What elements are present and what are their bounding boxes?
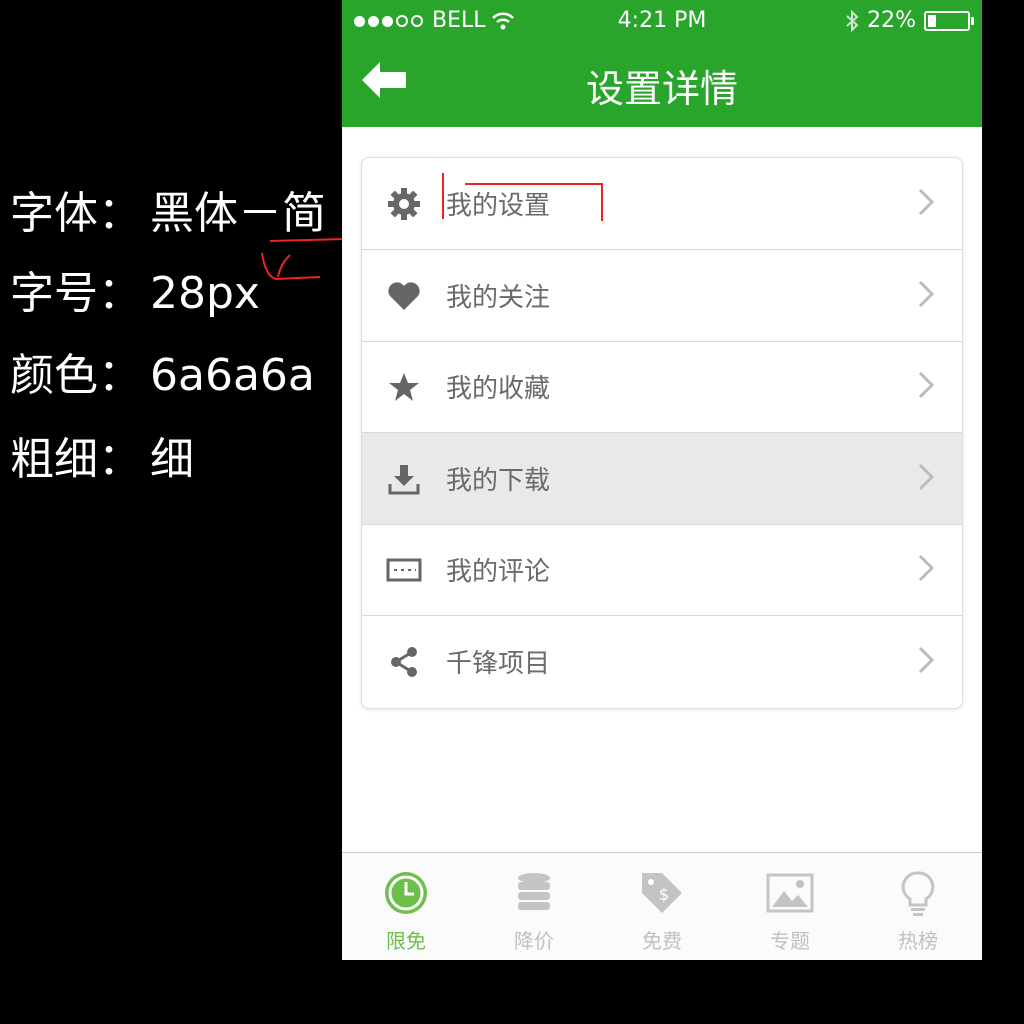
menu-item-label: 我的下载 xyxy=(446,466,551,496)
tab-bar: 限免 降价 $ 免费 专题 热榜 xyxy=(342,852,982,960)
settings-menu: 我的设置 我的关注 我的收藏 我的下载 我的评论 千锋项目 xyxy=(361,157,963,709)
menu-item-settings[interactable]: 我的设置 xyxy=(362,158,962,250)
menu-item-comments[interactable]: 我的评论 xyxy=(362,524,962,616)
annotation-size: 字号： 28px xyxy=(10,272,260,316)
annotation-key: 颜色： xyxy=(10,350,142,401)
tab-label: 热榜 xyxy=(898,929,938,953)
annotation-value: 6a6a6a xyxy=(150,350,315,401)
menu-item-downloads[interactable]: 我的下载 xyxy=(362,433,962,525)
tab-label: 免费 xyxy=(642,929,682,953)
bluetooth-icon xyxy=(846,9,859,32)
status-bar: BELL 4:21 PM 22% xyxy=(342,0,982,40)
comment-icon xyxy=(384,550,424,590)
chevron-right-icon xyxy=(918,646,935,674)
annotation-key: 字体： xyxy=(10,188,142,239)
lightbulb-icon xyxy=(901,871,935,916)
gear-icon xyxy=(384,184,424,224)
page-title: 设置详情 xyxy=(585,67,738,111)
annotation-weight: 粗细：细 xyxy=(10,438,194,482)
svg-text:$: $ xyxy=(659,885,669,904)
menu-item-label: 我的评论 xyxy=(446,557,551,587)
annotation-value: 细 xyxy=(150,434,194,485)
annotation-key: 字号： xyxy=(10,268,142,319)
phone-screen: BELL 4:21 PM 22% 设置详情 我的设置 我的关注 我的收藏 我的下… xyxy=(342,0,982,960)
annotation-red-line xyxy=(442,173,444,219)
menu-item-project[interactable]: 千锋项目 xyxy=(362,616,962,707)
annotation-color: 颜色： 6a6a6a xyxy=(10,354,315,398)
chevron-right-icon xyxy=(918,280,935,308)
chevron-right-icon xyxy=(918,463,935,491)
heart-icon xyxy=(384,276,424,316)
menu-item-favorites[interactable]: 我的收藏 xyxy=(362,341,962,433)
chevron-right-icon xyxy=(918,188,935,216)
annotation-value: 28px xyxy=(150,268,260,319)
menu-item-label: 千锋项目 xyxy=(446,649,551,679)
menu-item-label: 我的收藏 xyxy=(446,374,551,404)
download-icon xyxy=(384,459,424,499)
tab-label: 限免 xyxy=(386,929,426,953)
tab-free[interactable]: $ 免费 xyxy=(598,853,726,960)
annotation-red-box xyxy=(465,183,603,221)
tab-label: 专题 xyxy=(770,929,810,953)
annotation-key: 粗细： xyxy=(10,434,142,485)
tab-topics[interactable]: 专题 xyxy=(726,853,854,960)
image-icon xyxy=(766,873,814,913)
battery-icon xyxy=(924,10,974,31)
chevron-right-icon xyxy=(918,371,935,399)
price-tag-icon: $ xyxy=(642,873,682,913)
star-icon xyxy=(384,367,424,407)
clock-icon xyxy=(385,872,427,914)
menu-item-label: 我的关注 xyxy=(446,283,551,313)
battery-percent: 22% xyxy=(867,8,916,33)
tab-limited-free[interactable]: 限免 xyxy=(342,853,470,960)
tab-hot-list[interactable]: 热榜 xyxy=(854,853,982,960)
tab-price-drop[interactable]: 降价 xyxy=(470,853,598,960)
coins-icon xyxy=(518,873,550,910)
chevron-right-icon xyxy=(918,554,935,582)
share-icon xyxy=(384,642,424,682)
status-right: 22% xyxy=(845,8,974,33)
menu-item-follow[interactable]: 我的关注 xyxy=(362,250,962,342)
tab-label: 降价 xyxy=(514,929,554,953)
